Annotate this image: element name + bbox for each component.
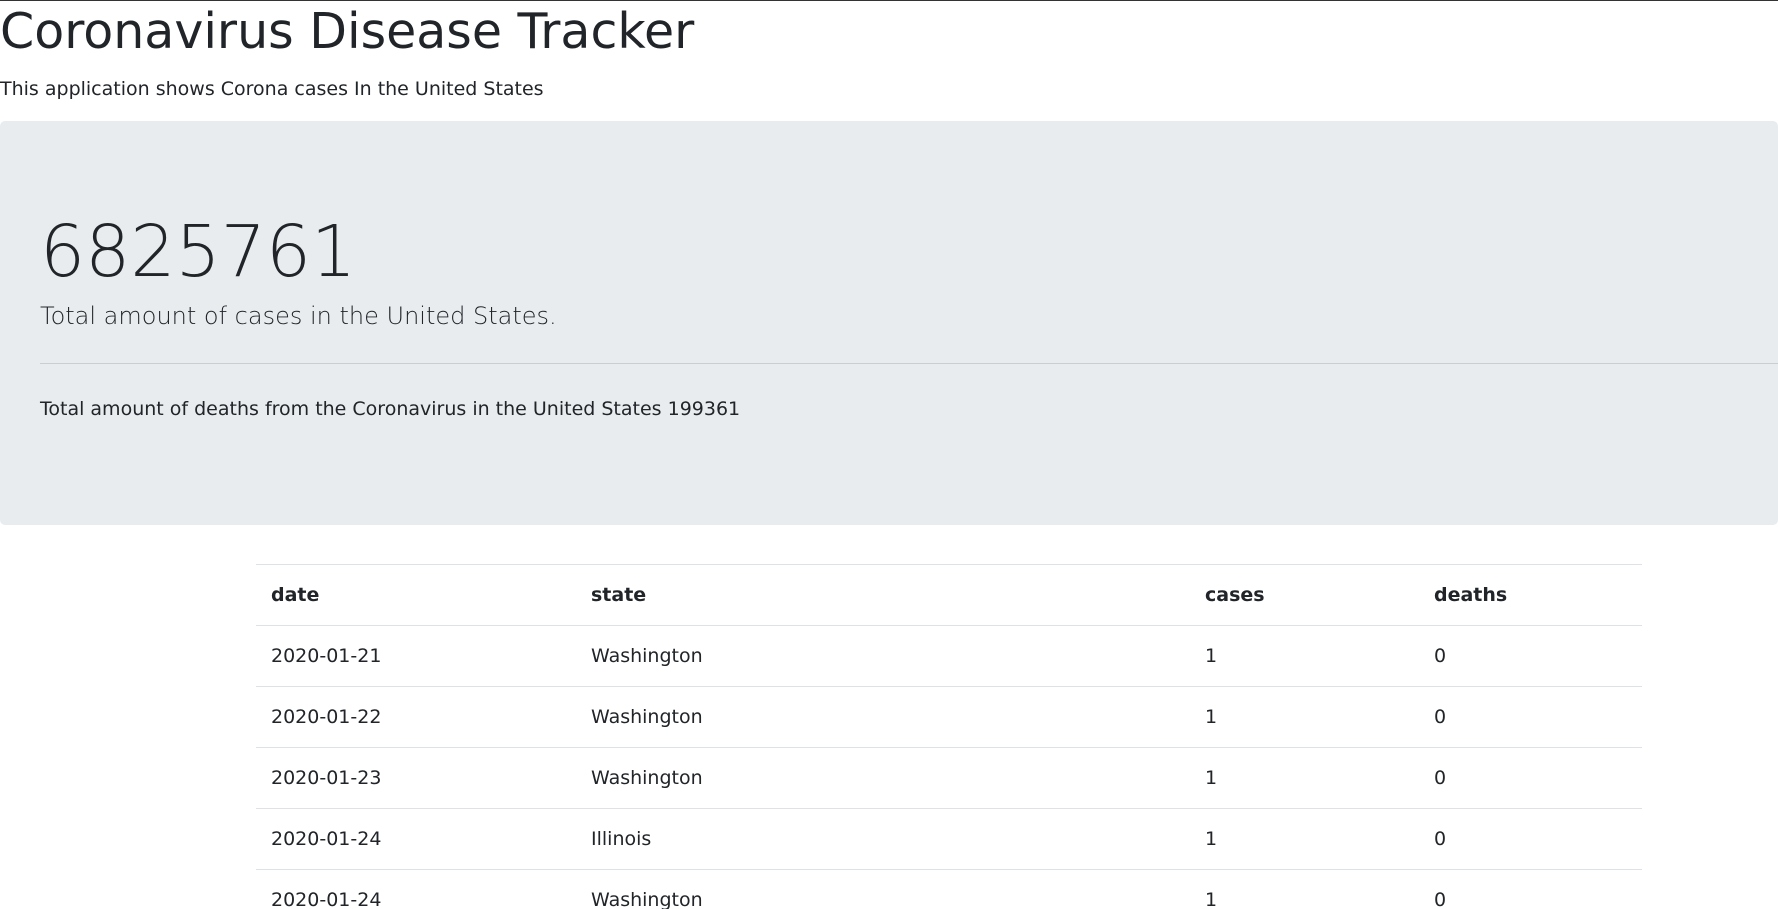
cell-state: Washington <box>576 686 1190 748</box>
cell-deaths: 0 <box>1419 747 1642 809</box>
total-deaths-text: Total amount of deaths from the Coronavi… <box>40 398 741 420</box>
cell-cases: 1 <box>1190 686 1419 748</box>
column-header-deaths: deaths <box>1419 564 1642 626</box>
cell-deaths: 0 <box>1419 625 1642 687</box>
total-cases-label: Total amount of cases in the United Stat… <box>40 302 557 330</box>
table-row: 2020-01-23 Washington 1 0 <box>256 747 1642 809</box>
cell-date: 2020-01-21 <box>256 625 576 687</box>
cell-cases: 1 <box>1190 625 1419 687</box>
divider <box>40 363 1778 364</box>
table-header-row: date state cases deaths <box>256 564 1642 626</box>
cases-table-container: date state cases deaths 2020-01-21 Washi… <box>256 564 1642 909</box>
total-cases-number: 6825761 <box>40 210 357 293</box>
cell-deaths: 0 <box>1419 869 1642 909</box>
cell-cases: 1 <box>1190 808 1419 870</box>
cell-deaths: 0 <box>1419 686 1642 748</box>
cell-state: Washington <box>576 625 1190 687</box>
cases-table: date state cases deaths 2020-01-21 Washi… <box>256 564 1642 909</box>
table-row: 2020-01-24 Illinois 1 0 <box>256 808 1642 870</box>
column-header-cases: cases <box>1190 564 1419 626</box>
cell-date: 2020-01-24 <box>256 869 576 909</box>
table-row: 2020-01-21 Washington 1 0 <box>256 625 1642 687</box>
cell-state: Washington <box>576 869 1190 909</box>
page-subtitle: This application shows Corona cases In t… <box>0 78 544 100</box>
column-header-state: state <box>576 564 1190 626</box>
summary-jumbotron: 6825761 Total amount of cases in the Uni… <box>0 121 1778 525</box>
cell-deaths: 0 <box>1419 808 1642 870</box>
cell-cases: 1 <box>1190 869 1419 909</box>
page-title: Coronavirus Disease Tracker <box>0 3 695 60</box>
table-row: 2020-01-22 Washington 1 0 <box>256 686 1642 748</box>
cell-date: 2020-01-24 <box>256 808 576 870</box>
page: Coronavirus Disease Tracker This applica… <box>0 0 1778 909</box>
column-header-date: date <box>256 564 576 626</box>
cell-state: Washington <box>576 747 1190 809</box>
cell-cases: 1 <box>1190 747 1419 809</box>
cell-state: Illinois <box>576 808 1190 870</box>
cell-date: 2020-01-23 <box>256 747 576 809</box>
cell-date: 2020-01-22 <box>256 686 576 748</box>
table-row: 2020-01-24 Washington 1 0 <box>256 869 1642 909</box>
